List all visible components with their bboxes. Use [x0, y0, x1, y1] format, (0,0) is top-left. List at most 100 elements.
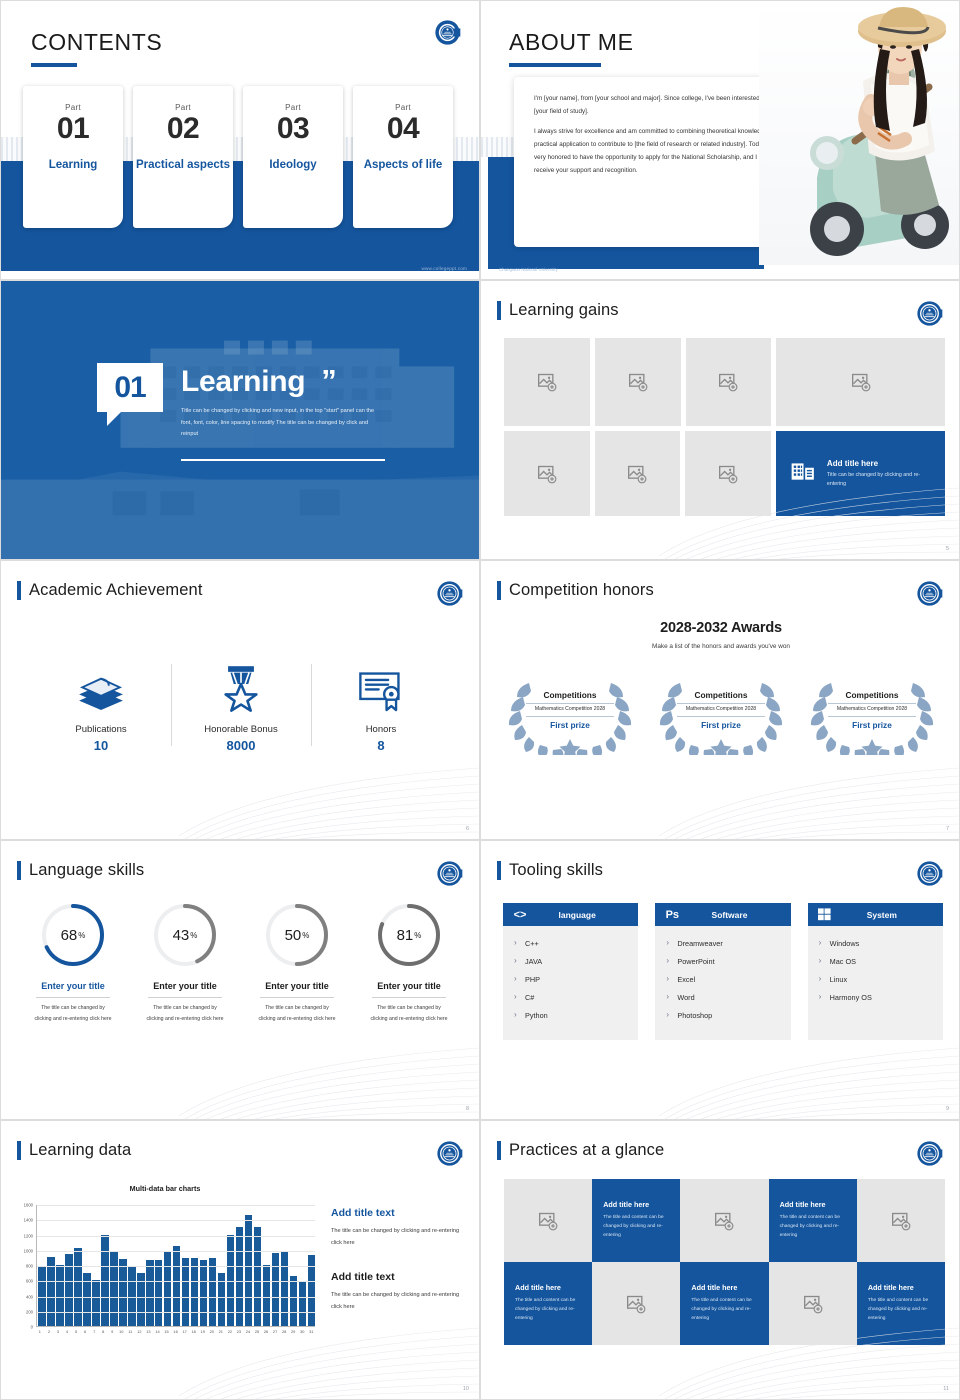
tool-column-body: Dreamweaver PowerPoint Excel Word Photos… [655, 926, 791, 1040]
tool-column-system[interactable]: System Windows Mac OS Linux Harmony OS [807, 903, 943, 1040]
image-placeholder[interactable] [680, 1179, 769, 1262]
bar [109, 1252, 118, 1326]
page-title: Learning gains [509, 301, 619, 319]
slide-contents[interactable]: CONTENTS Part 01 Learning Part 02 Practi… [0, 0, 480, 280]
page-number: 9 [945, 1106, 949, 1112]
laurel-award[interactable]: Competitions Mathematics Competition 202… [499, 665, 641, 755]
stat-publications[interactable]: Publications 10 [31, 656, 171, 753]
x-tick-label: 22 [227, 1329, 233, 1334]
highlight-tile[interactable]: Add title here Title can be changed by c… [775, 431, 946, 516]
image-placeholder[interactable] [592, 1262, 681, 1345]
certificate-icon [358, 656, 404, 712]
laurel-text: Competitions Mathematics Competition 202… [824, 690, 920, 730]
university-logo-icon [436, 1140, 463, 1167]
slide-about-me[interactable]: ABOUT ME I'm [your name], from [your sch… [480, 0, 960, 280]
university-logo-icon [434, 19, 461, 46]
stat-honorable-bonus[interactable]: Honorable Bonus 8000 [171, 656, 311, 753]
x-tick-label: 30 [300, 1329, 305, 1334]
university-logo-icon [436, 580, 463, 607]
cell-title: Add title here [603, 1200, 650, 1209]
about-paragraph-2: I always strive for excellence and am co… [534, 127, 781, 174]
awards-heading: 2028-2032 Awards [660, 620, 782, 636]
learning-gains-grid: Add title here Title can be changed by c… [504, 338, 946, 521]
cell-title: Add title here [779, 1200, 826, 1209]
tool-column-software[interactable]: Ps Software Dreamweaver PowerPoint Excel… [655, 903, 791, 1040]
slide-competition-honors[interactable]: Competition honors 2028-2032 Awards Make… [480, 560, 960, 840]
card-label: Aspects of life [363, 158, 443, 171]
practice-text-cell[interactable]: Add title here The title and content can… [504, 1262, 593, 1345]
contents-card[interactable]: Part 01 Learning [23, 86, 123, 228]
title-accent-bar [17, 861, 21, 880]
cell-subtitle: The title and content can be changed by … [691, 1298, 752, 1322]
image-placeholder[interactable] [685, 431, 771, 516]
list-item: Dreamweaver [666, 938, 790, 948]
cell-subtitle: The title and content can be changed by … [515, 1298, 576, 1322]
stat-value: 10 [93, 738, 109, 753]
tool-column-header: Ps Software [655, 903, 791, 926]
practice-text-cell[interactable]: Add title here The title and content can… [592, 1179, 681, 1262]
x-tick-label: 25 [254, 1329, 260, 1334]
laurel-prize-label: First prize [701, 719, 741, 730]
tool-column-language[interactable]: <> language C++ JAVA PHP C# Python [503, 903, 639, 1040]
skill-gauge[interactable]: 43% Enter your title The title can be ch… [129, 901, 241, 1024]
divider-line [526, 716, 614, 718]
bar [289, 1275, 298, 1326]
gauge-number: 43 [172, 926, 190, 944]
stat-honors[interactable]: Honors 8 [311, 656, 451, 753]
image-placeholder[interactable] [856, 1179, 945, 1262]
slide-section-divider-learning[interactable]: 01 Learning ” Title can be changed by cl… [0, 280, 480, 560]
image-placeholder[interactable] [504, 338, 590, 426]
medal-icon [220, 656, 262, 712]
image-placeholder[interactable] [594, 338, 681, 426]
laurel-award[interactable]: Competitions Mathematics Competition 202… [801, 665, 943, 755]
list-item: PowerPoint [666, 956, 790, 966]
y-tick-label: 600 [26, 1278, 33, 1284]
image-placeholder[interactable] [594, 431, 681, 516]
practice-text-cell[interactable]: Add title here The title and content can… [768, 1179, 857, 1262]
x-tick-label: 27 [272, 1329, 278, 1334]
image-placeholder[interactable] [504, 1179, 593, 1262]
list-item: Photoshop [666, 1010, 790, 1020]
stat-label: Publications [75, 724, 127, 735]
laurel-list: Competitions Mathematics Competition 202… [499, 665, 943, 755]
laurel-award[interactable]: Competitions Mathematics Competition 202… [650, 665, 792, 755]
skill-gauge[interactable]: 50% Enter your title The title can be ch… [241, 901, 353, 1024]
gauge-unit: % [414, 930, 422, 940]
slide-language-skills[interactable]: Language skills 68% Enter your title The… [0, 840, 480, 1120]
image-placeholder[interactable] [504, 431, 590, 516]
image-placeholder-wide[interactable] [776, 338, 945, 426]
laurel-text: Competitions Mathematics Competition 202… [522, 690, 618, 730]
gauge-value: 81% [375, 901, 443, 969]
bar [181, 1258, 190, 1326]
x-tick-label: 8 [102, 1329, 105, 1334]
title-accent-bar [497, 301, 501, 320]
slide-academic-achievement[interactable]: Academic Achievement Publications 10 Hon… [0, 560, 480, 840]
x-tick-label: 15 [164, 1329, 169, 1334]
contents-card[interactable]: Part 04 Aspects of life [353, 86, 453, 228]
grid-line [37, 1311, 315, 1313]
quote-mark-icon: ” [321, 363, 337, 398]
slide-header: Learning data [17, 1141, 131, 1160]
practice-text-cell[interactable]: Add title here The title and content can… [680, 1262, 769, 1345]
image-placeholder[interactable] [768, 1262, 857, 1345]
card-number: 02 [166, 112, 200, 145]
slide-tooling-skills[interactable]: Tooling skills <> language C++ [480, 840, 960, 1120]
x-tick-label: 17 [182, 1329, 187, 1334]
image-placeholder[interactable] [685, 338, 772, 426]
practice-text-cell[interactable]: Add title here The title and content can… [856, 1262, 945, 1345]
x-axis-ticks: 1 2 3 4 5 6 7 8 9 10 11 12 13 14 15 16 17 18 19 20 21 22 23 24 2… [36, 1329, 315, 1334]
skill-gauge[interactable]: 68% Enter your title The title can be ch… [17, 901, 129, 1024]
grid-line [37, 1296, 315, 1298]
list-item: Excel [666, 974, 790, 984]
slide-learning-gains[interactable]: Learning gains Add title here Title can … [480, 280, 960, 560]
contents-card[interactable]: Part 03 Ideology [243, 86, 343, 228]
divider-line [260, 997, 334, 998]
skill-gauge[interactable]: 81% Enter your title The title can be ch… [353, 901, 465, 1024]
contents-card[interactable]: Part 02 Practical aspects [133, 86, 233, 228]
list-item: Windows [819, 938, 943, 948]
laurel-prize-label: First prize [550, 719, 590, 730]
slide-learning-data[interactable]: Learning data Multi-data bar charts 0 200… [0, 1120, 480, 1400]
slide-practices-at-a-glance[interactable]: Practices at a glance Add title here The… [480, 1120, 960, 1400]
chart-bars-region [36, 1205, 316, 1327]
laurel-mid-label: Mathematics Competition 2028 [836, 706, 908, 713]
